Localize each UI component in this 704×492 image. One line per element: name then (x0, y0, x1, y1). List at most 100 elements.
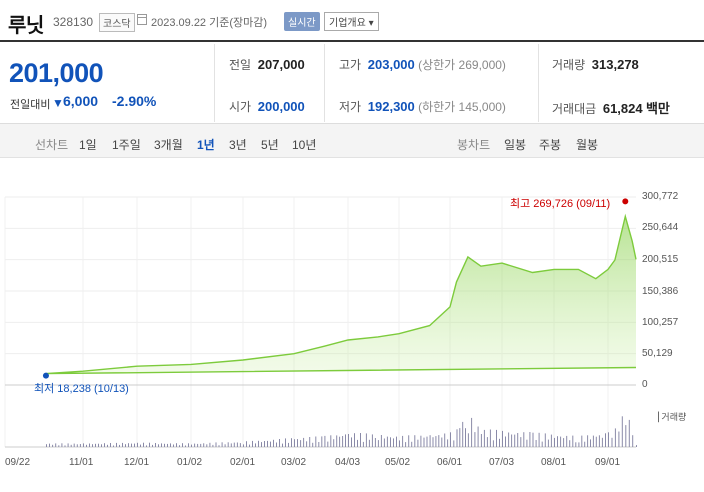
volume-bar (636, 445, 637, 447)
volume-bar (303, 437, 305, 447)
volume-bar (345, 434, 346, 447)
volume-bar (179, 445, 180, 447)
volume-bar (176, 443, 177, 447)
volume-bar (590, 439, 591, 447)
volume-bar (297, 439, 298, 447)
y-tick-label: 150,386 (642, 286, 679, 297)
x-tick-label: 06/01 (437, 457, 463, 468)
volume-bar (67, 443, 69, 447)
x-tick-label: 08/01 (541, 457, 567, 468)
price-area (46, 216, 636, 385)
volume-bar (523, 432, 525, 447)
volume-bar (625, 425, 627, 447)
low-marker (42, 372, 49, 379)
volume-bar (450, 432, 451, 447)
volume-bar (294, 439, 295, 447)
volume-bar (125, 444, 126, 447)
volume-bar (276, 442, 277, 447)
volume-bar (532, 432, 534, 447)
volume-bar (628, 419, 630, 447)
volume-bar (575, 442, 577, 447)
volume-bar (306, 441, 308, 447)
volume-bar (380, 435, 382, 447)
volume-bar (252, 440, 253, 447)
volume-bar (511, 434, 513, 447)
volume-bar (182, 443, 183, 447)
volume-bar (215, 442, 217, 447)
volume-bar (348, 434, 349, 447)
volume-bar (137, 442, 138, 447)
volume-bar (86, 444, 87, 447)
volume-bar (70, 444, 72, 447)
volume-bar (371, 434, 373, 447)
volume-bar (191, 444, 192, 447)
volume-bar (444, 433, 446, 447)
volume-bar (554, 437, 555, 447)
volume-bar (362, 441, 364, 447)
high-annotation: 최고 269,726 (09/11) (510, 198, 611, 210)
volume-bar (456, 429, 458, 447)
volume-bar (282, 443, 283, 447)
volume-legend: ▕ 거래량 (652, 412, 687, 422)
volume-bar (550, 434, 552, 447)
volume-bar (438, 435, 440, 447)
volume-bar (365, 433, 367, 447)
volume-bar (563, 438, 565, 447)
x-tick-label: 01/02 (177, 457, 203, 468)
volume-bar (206, 444, 208, 447)
volume-bar (480, 434, 482, 447)
volume-bar (420, 435, 422, 447)
volume-bar (578, 442, 580, 447)
volume-bar (517, 433, 519, 447)
volume-bar (200, 443, 202, 447)
volume-bar (499, 438, 500, 447)
volume-bar (107, 444, 108, 447)
volume-bar (441, 437, 443, 447)
volume-bar (592, 435, 594, 447)
volume-bar (249, 444, 250, 447)
volume-bar (188, 443, 189, 447)
volume-bar (324, 435, 326, 447)
volume-bar (608, 432, 609, 447)
volume-bar (218, 445, 220, 447)
volume-bar (330, 435, 332, 447)
volume-bar (374, 438, 376, 447)
volume-bar (502, 430, 503, 447)
volume-bar (383, 438, 385, 447)
volume-bar (128, 443, 129, 447)
volume-bar (246, 441, 247, 447)
volume-bar (64, 445, 66, 447)
volume-bar (239, 443, 241, 447)
volume-bar (566, 435, 568, 447)
volume-bar (46, 444, 47, 447)
volume-bar (315, 436, 317, 447)
volume-bar (55, 443, 57, 447)
volume-bar (291, 438, 292, 447)
volume-bar (547, 439, 549, 447)
volume-bar (95, 443, 96, 447)
volume-bar (309, 437, 311, 447)
high-marker (622, 198, 629, 205)
volume-bar (581, 435, 583, 447)
volume-bar (336, 435, 338, 447)
volume-bar (197, 443, 199, 447)
volume-bar (423, 437, 425, 447)
volume-bar (158, 444, 159, 447)
volume-bar (496, 429, 497, 447)
volume-bar (224, 444, 226, 447)
volume-bar (611, 437, 613, 447)
volume-bar (227, 442, 229, 447)
volume-bar (426, 436, 428, 447)
volume-bar (170, 443, 171, 447)
volume-bar (342, 436, 344, 447)
volume-bar (209, 442, 211, 447)
volume-bar (185, 445, 186, 447)
y-tick-label: 50,129 (642, 348, 673, 359)
volume-bar (435, 436, 437, 447)
x-tick-label: 12/01 (124, 457, 150, 468)
x-tick-label: 07/03 (489, 457, 515, 468)
volume-bar (474, 432, 476, 447)
volume-bar (73, 443, 75, 447)
volume-bar (285, 438, 286, 447)
x-tick-label: 11/01 (69, 457, 94, 468)
